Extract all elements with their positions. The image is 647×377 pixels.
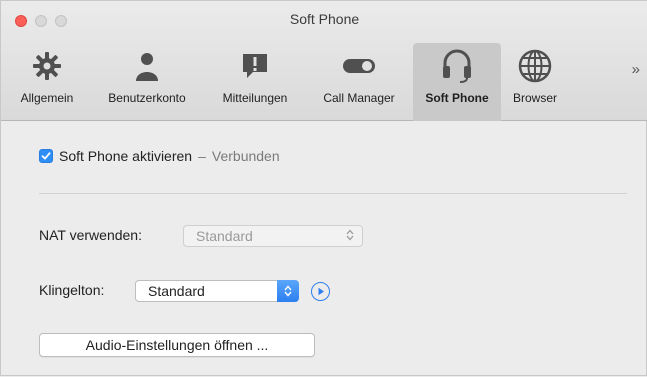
user-icon — [130, 43, 164, 89]
toggle-icon — [340, 43, 378, 89]
toolbar-item-soft-phone[interactable]: Soft Phone — [413, 43, 501, 121]
updown-arrows-icon — [277, 280, 299, 302]
enable-soft-phone-row: Soft Phone aktivieren – Verbunden — [39, 148, 280, 164]
play-ringtone-button[interactable] — [311, 282, 330, 301]
title-bar: Soft Phone Allgemein Benutzerkonto Mitte… — [1, 1, 647, 121]
enable-soft-phone-checkbox[interactable] — [39, 149, 53, 163]
ringtone-label: Klingelton: — [39, 282, 105, 298]
soft-phone-pane: Soft Phone aktivieren – Verbunden NAT ve… — [1, 121, 647, 377]
toolbar-item-benutzerkonto[interactable]: Benutzerkonto — [91, 43, 203, 121]
toolbar-label: Call Manager — [323, 91, 395, 105]
ringtone-popup[interactable]: Standard — [135, 280, 299, 302]
preferences-window: Soft Phone Allgemein Benutzerkonto Mitte… — [0, 0, 647, 376]
checkmark-icon — [41, 152, 51, 160]
enable-soft-phone-label[interactable]: Soft Phone aktivieren — [59, 148, 192, 164]
toolbar-label: Allgemein — [20, 91, 74, 105]
notification-icon — [238, 43, 272, 89]
nat-label: NAT verwenden: — [39, 227, 142, 243]
nat-popup-value: Standard — [196, 228, 253, 244]
toolbar-item-call-manager[interactable]: Call Manager — [307, 43, 411, 121]
status-separator: – — [198, 148, 206, 164]
toolbar-item-browser[interactable]: Browser — [503, 43, 567, 121]
gear-icon — [30, 43, 64, 89]
toolbar-item-allgemein[interactable]: Allgemein — [3, 43, 91, 121]
toolbar-overflow-button[interactable]: » — [632, 61, 640, 78]
globe-icon — [517, 43, 553, 89]
section-divider — [39, 193, 627, 194]
connection-status: Verbunden — [211, 148, 280, 164]
window-title: Soft Phone — [289, 11, 360, 27]
toolbar-label: Mitteilungen — [222, 91, 288, 105]
toolbar-label: Browser — [512, 91, 557, 105]
open-audio-settings-button[interactable]: Audio-Einstellungen öffnen ... — [39, 333, 315, 357]
play-icon — [318, 287, 324, 296]
headset-icon — [439, 43, 475, 89]
toolbar-label: Soft Phone — [425, 91, 489, 105]
nat-popup[interactable]: Standard — [183, 225, 363, 247]
ringtone-popup-value: Standard — [148, 283, 205, 299]
updown-arrows-icon — [346, 229, 354, 242]
toolbar-item-mitteilungen[interactable]: Mitteilungen — [203, 43, 307, 121]
toolbar-label: Benutzerkonto — [108, 91, 186, 105]
preferences-toolbar: Allgemein Benutzerkonto Mitteilungen Cal… — [1, 43, 647, 121]
